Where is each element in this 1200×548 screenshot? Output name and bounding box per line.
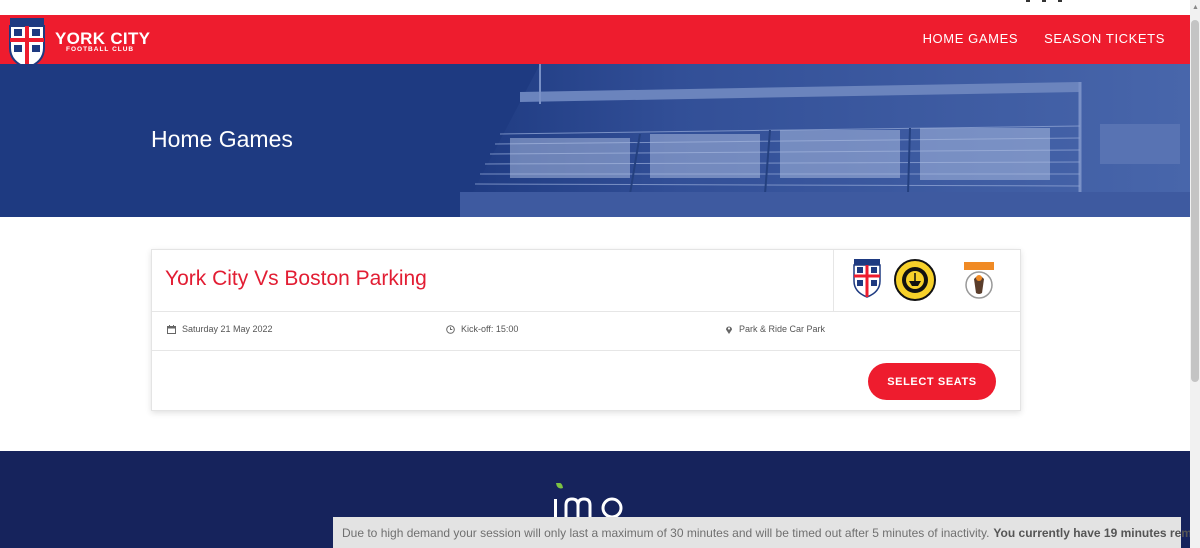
fixture-date: Saturday 21 May 2022 — [167, 324, 273, 334]
notice-text: Due to high demand your session will onl… — [342, 525, 990, 540]
fixture-kickoff: Kick-off: 15:00 — [446, 324, 518, 334]
calendar-icon — [167, 324, 176, 334]
fixture-title: York City Vs Boston Parking — [165, 267, 427, 290]
fixture-card: York City Vs Boston Parking Saturday 21 … — [151, 249, 1021, 411]
nav-home-games[interactable]: HOME GAMES — [923, 31, 1019, 46]
fixture-kickoff-text: Kick-off: 15:00 — [461, 324, 519, 334]
boston-united-crest-icon — [894, 259, 936, 301]
site-header: YORK CITY FOOTBALL CLUB HOME GAMES SEASO… — [0, 15, 1190, 73]
page-scrollbar[interactable]: ▲ — [1190, 0, 1200, 548]
session-timeout-notice: Due to high demand your session will onl… — [333, 517, 1200, 548]
fixture-logos — [833, 250, 1020, 311]
vanarama-national-league-icon — [964, 262, 994, 299]
nav-season-tickets[interactable]: SEASON TICKETS — [1044, 31, 1165, 46]
fixture-venue-text: Park & Ride Car Park — [739, 324, 826, 334]
brand-subtitle: FOOTBALL CLUB — [66, 46, 135, 53]
fixture-date-text: Saturday 21 May 2022 — [182, 324, 273, 334]
card-divider — [152, 311, 1020, 312]
scroll-up-icon[interactable]: ▲ — [1192, 4, 1199, 12]
top-strip — [0, 0, 1190, 15]
card-divider — [152, 350, 1020, 351]
partial-icon — [1026, 0, 1062, 2]
hero-banner: Home Games — [0, 64, 1190, 217]
scrollbar-thumb[interactable] — [1191, 20, 1199, 382]
map-pin-icon — [726, 326, 732, 334]
main-nav: HOME GAMES SEASON TICKETS — [923, 31, 1165, 46]
imo-logo-icon[interactable] — [550, 483, 632, 517]
page: YORK CITY FOOTBALL CLUB HOME GAMES SEASO… — [0, 0, 1200, 548]
clock-icon — [446, 324, 455, 334]
fixture-venue: Park & Ride Car Park — [725, 324, 825, 334]
york-city-crest-icon — [853, 259, 881, 298]
notice-emphasis: You currently have 19 minutes remaining — [993, 525, 1200, 540]
page-title: Home Games — [151, 126, 293, 152]
select-seats-button[interactable]: SELECT SEATS — [868, 363, 996, 400]
